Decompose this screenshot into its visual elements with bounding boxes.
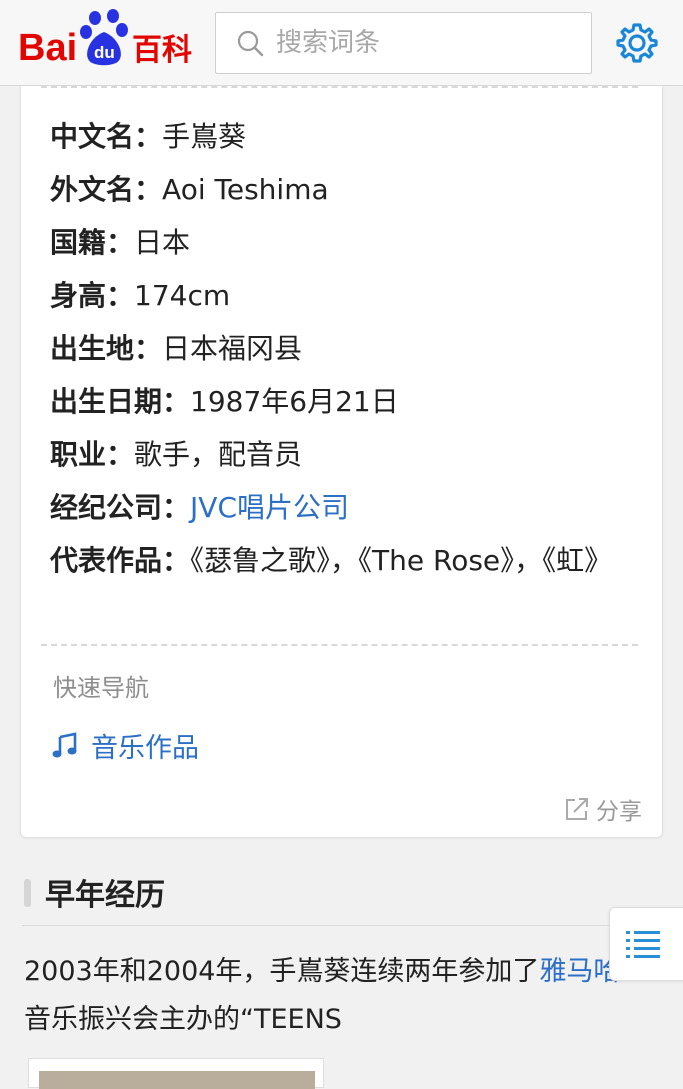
svg-text:du: du <box>94 43 115 62</box>
info-row-chinese-name: 中文名：手嶌葵 <box>50 113 650 161</box>
info-key: 职业 <box>50 438 107 471</box>
list-icon <box>626 931 660 958</box>
info-row-works: 代表作品：《瑟鲁之歌》，《The Rose》，《虹》 <box>50 537 650 585</box>
info-key: 出生日期 <box>50 385 163 418</box>
svg-text:Bai: Bai <box>18 27 77 69</box>
info-value: 《瑟鲁之歌》，《The Rose》，《虹》 <box>190 544 613 577</box>
info-sep: ： <box>162 491 191 524</box>
music-note-icon <box>52 731 77 757</box>
info-value: 手嶌葵 <box>162 120 247 153</box>
info-value: Aoi Teshima <box>162 173 329 206</box>
paragraph-text: 2003年和2004年，手嶌葵连续两年参加了 <box>24 956 540 987</box>
share-button[interactable]: 分享 <box>564 792 642 826</box>
info-row-occupation: 职业：歌手，配音员 <box>50 431 650 479</box>
svg-text:百科: 百科 <box>132 33 192 68</box>
info-key: 代表作品 <box>50 544 163 577</box>
info-value: 1987年6月21日 <box>190 385 399 418</box>
nav-item-label: 音乐作品 <box>91 733 199 764</box>
info-sep: ： <box>106 279 135 312</box>
share-icon <box>566 798 588 820</box>
search-box[interactable] <box>215 12 592 74</box>
section-paragraph: 2003年和2004年，手嶌葵连续两年参加了雅马哈音乐振兴会主办的“TEENS <box>24 948 644 1044</box>
gear-icon[interactable] <box>614 20 660 66</box>
info-key: 身高 <box>50 279 107 312</box>
divider <box>22 925 683 926</box>
info-sep: ： <box>134 173 163 206</box>
nav-item-music-works[interactable]: 音乐作品 <box>51 726 199 765</box>
info-row-nationality: 国籍：日本 <box>50 219 650 267</box>
info-key: 国籍 <box>50 226 107 259</box>
baidu-baike-logo[interactable]: Bai du 百科 <box>16 8 198 72</box>
info-sep: ： <box>134 120 163 153</box>
info-sep: ： <box>106 226 135 259</box>
info-value: 日本福冈县 <box>162 332 303 365</box>
info-sep: ： <box>134 332 163 365</box>
image-thumbnail[interactable] <box>28 1058 324 1089</box>
quick-nav-title: 快速导航 <box>53 674 149 702</box>
info-row-birthplace: 出生地：日本福冈县 <box>50 325 650 373</box>
info-sep: ： <box>162 385 191 418</box>
paragraph-text: 音乐振兴会主办的“TEENS <box>24 1004 342 1035</box>
thumbnail-image <box>39 1071 315 1089</box>
info-row-foreign-name: 外文名：Aoi Teshima <box>50 166 650 214</box>
info-value: 歌手，配音员 <box>134 438 303 471</box>
top-header: Bai du 百科 <box>0 0 683 86</box>
search-icon[interactable] <box>236 29 264 57</box>
divider <box>41 644 638 646</box>
info-row-agency: 经纪公司：JVC唱片公司 <box>50 484 650 532</box>
divider <box>41 86 638 88</box>
info-row-height: 身高：174cm <box>50 272 650 320</box>
toc-button[interactable] <box>609 907 683 981</box>
info-key: 外文名 <box>50 173 135 206</box>
info-key: 经纪公司 <box>50 491 163 524</box>
agency-link[interactable]: JVC唱片公司 <box>190 491 349 524</box>
section-title: 早年经历 <box>45 878 165 913</box>
info-row-birthdate: 出生日期：1987年6月21日 <box>50 378 650 426</box>
infobox-card: 中文名：手嶌葵 外文名：Aoi Teshima 国籍：日本 身高：174cm 出… <box>20 86 663 838</box>
search-input[interactable] <box>276 28 566 58</box>
info-value: 日本 <box>134 226 191 259</box>
info-value: 174cm <box>134 279 231 312</box>
share-label: 分享 <box>596 799 642 825</box>
info-sep: ： <box>162 544 191 577</box>
info-key: 中文名 <box>50 120 135 153</box>
info-sep: ： <box>106 438 135 471</box>
info-key: 出生地 <box>50 332 135 365</box>
section-marker <box>24 879 31 907</box>
